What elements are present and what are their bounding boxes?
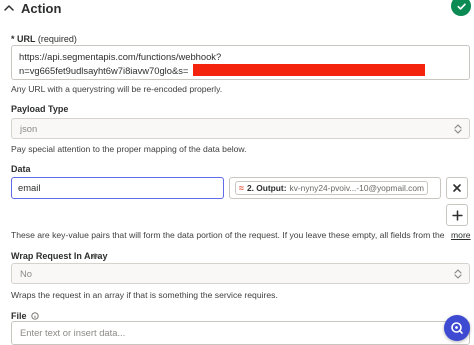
data-label: Data (11, 164, 31, 174)
assistant-icon (451, 322, 463, 334)
url-input[interactable]: https://api.segmentapis.com/functions/we… (11, 45, 470, 80)
action-section-header[interactable]: Action (0, 0, 474, 17)
remove-pair-button[interactable] (446, 177, 468, 199)
chevron-up-icon[interactable] (3, 2, 15, 14)
payload-type-select[interactable]: json (11, 118, 470, 139)
close-icon (453, 184, 461, 192)
payload-type-value: json (20, 123, 38, 134)
payload-type-label: Payload Type (11, 104, 69, 114)
data-help-text: These are key-value pairs that will form… (11, 230, 447, 240)
wrap-request-help: Wraps the request in an array if that is… (11, 290, 278, 300)
url-label-text: * URL (11, 34, 36, 44)
required-marker: (required) (37, 34, 77, 44)
select-arrows-icon (454, 124, 462, 134)
url-label: * URL (required) (11, 34, 77, 44)
payload-type-help: Pay special attention to the proper mapp… (11, 144, 247, 154)
wrap-request-value: No (20, 268, 32, 279)
file-input-placeholder: Enter text or insert data... (20, 327, 126, 338)
mapping-step-icon: ≈ (239, 183, 244, 193)
more-link[interactable]: more (451, 230, 471, 240)
add-pair-button[interactable] (446, 204, 468, 226)
file-label: File (11, 311, 39, 321)
mapped-step-label: 2. Output: (246, 183, 287, 193)
select-arrows-icon (454, 269, 462, 279)
url-help-text: Any URL with a querystring will be re-en… (11, 84, 223, 94)
section-title: Action (21, 1, 62, 16)
data-key-input[interactable]: email (11, 177, 224, 199)
url-value-line-2: n=vg665fet9udlsayht6w7i8iavw70glo&s= (19, 65, 189, 76)
info-icon[interactable] (31, 312, 39, 320)
assistant-button[interactable] (444, 315, 470, 341)
mapped-value: kv-nyny24-pvoiv...-10@yopmail.com (289, 183, 424, 193)
plus-icon (451, 209, 463, 221)
check-circle-icon (451, 0, 471, 16)
file-input[interactable]: Enter text or insert data... (11, 321, 470, 345)
wrap-request-select[interactable]: No (11, 263, 470, 284)
data-key-value: email (18, 182, 41, 193)
data-value-input[interactable]: ≈ 2. Output: kv-nyny24-pvoiv...-10@yopma… (229, 177, 441, 199)
field-options-icon[interactable]: ◉○ (92, 252, 102, 260)
url-value-line-1: https://api.segmentapis.com/functions/we… (19, 51, 222, 62)
mapped-field-pill[interactable]: ≈ 2. Output: kv-nyny24-pvoiv...-10@yopma… (235, 181, 428, 195)
redaction-block (193, 64, 425, 76)
file-label-text: File (11, 311, 27, 321)
